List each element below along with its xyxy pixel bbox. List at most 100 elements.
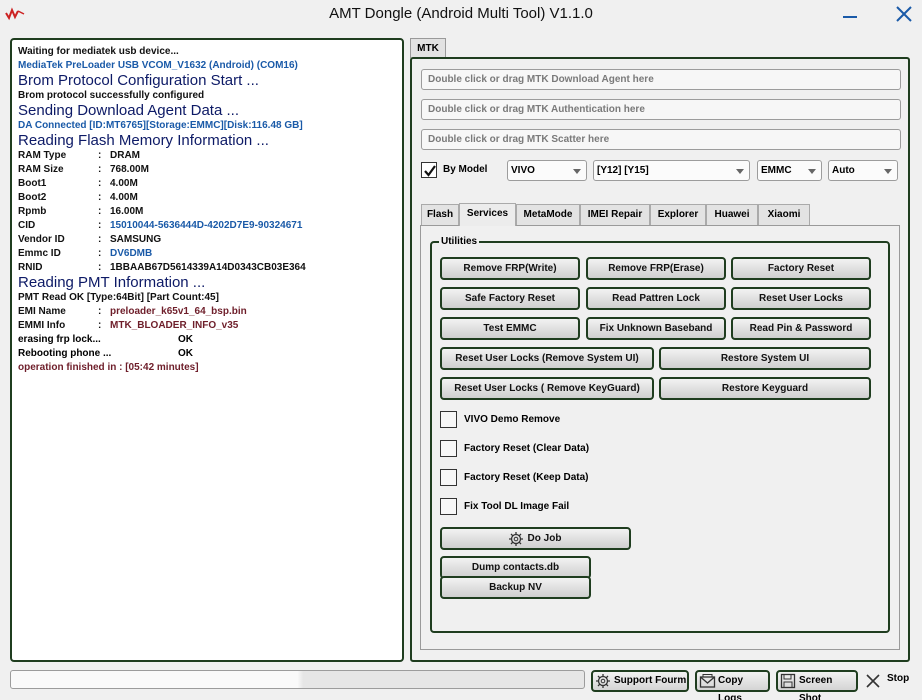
log-separator: :	[98, 262, 102, 273]
log-kv-row: Emmc ID: DV6DMB	[18, 247, 396, 261]
log-value: 16.00M	[110, 206, 144, 217]
by-model-label: By Model	[443, 164, 488, 175]
log-line: PMT Read OK [Type:64Bit] [Part Count:45]	[18, 292, 219, 303]
support-forum-label: Support Fourm	[614, 675, 687, 686]
window-title: AMT Dongle (Android Multi Tool) V1.1.0	[329, 5, 593, 22]
safe-factory-reset-button[interactable]: Safe Factory Reset	[440, 287, 580, 310]
log-line: Waiting for mediatek usb device...	[18, 46, 179, 57]
by-model-checkbox[interactable]	[421, 162, 437, 178]
copy-logs-button[interactable]: Copy Logs	[695, 670, 770, 700]
close-icon	[866, 674, 880, 688]
model-select[interactable]: [Y12] [Y15]	[593, 160, 750, 181]
log-value: DV6DMB	[110, 248, 153, 259]
restore-keyguard-button[interactable]: Restore Keyguard	[659, 377, 871, 400]
utilities-label: Utilities	[439, 236, 480, 247]
envelope-icon	[699, 674, 716, 688]
log-value: 4.00M	[110, 192, 138, 203]
support-forum-button[interactable]: Support Fourm	[591, 670, 689, 692]
tab-explorer[interactable]: Explorer	[650, 204, 706, 225]
copy-logs-label: Copy Logs	[718, 675, 743, 700]
brand-select[interactable]: VIVO	[507, 160, 587, 181]
remove-frp-write-button[interactable]: Remove FRP(Write)	[440, 257, 580, 280]
tab-mtk[interactable]: MTK	[410, 38, 446, 58]
log-separator: :	[98, 164, 102, 175]
storage-select[interactable]: EMMC	[757, 160, 822, 181]
reset-user-locks-keyguard-button[interactable]: Reset User Locks ( Remove KeyGuard)	[440, 377, 654, 400]
log-key: Boot1	[18, 178, 47, 189]
close-icon[interactable]	[891, 3, 917, 25]
title-bar: AMT Dongle (Android Multi Tool) V1.1.0	[0, 0, 922, 28]
save-icon	[780, 673, 796, 689]
log-kv-row: CID:15010044-5636444D-4202D7E9-90324671	[18, 219, 396, 233]
log-separator: :	[98, 234, 102, 245]
log-kv-row: Boot2:4.00M	[18, 191, 396, 205]
mode-select-value: Auto	[832, 165, 855, 176]
log-panel[interactable]: Waiting for mediatek usb device... Media…	[10, 38, 404, 662]
log-separator: :	[98, 150, 102, 161]
log-separator: :	[98, 220, 102, 231]
log-value: 1BBAAB67D5614339A14D0343CB03E364	[110, 262, 306, 273]
log-kv-row: EMMI Info: MTK_BLOADER_INFO_v35	[18, 319, 396, 333]
tab-imei-repair[interactable]: IMEI Repair	[580, 204, 650, 225]
restore-system-ui-button[interactable]: Restore System UI	[659, 347, 871, 370]
log-kv-row: Boot1:4.00M	[18, 177, 396, 191]
log-separator: :	[98, 306, 102, 317]
gear-icon	[509, 532, 523, 546]
factory-reset-button[interactable]: Factory Reset	[731, 257, 871, 280]
log-line: MediaTek PreLoader USB VCOM_V1632 (Andro…	[18, 60, 298, 71]
do-job-button[interactable]: Do Job	[440, 527, 631, 550]
model-select-value: [Y12] [Y15]	[597, 165, 649, 176]
log-key: Emmc ID	[18, 248, 61, 259]
chevron-down-icon	[573, 169, 581, 174]
stop-button[interactable]: Stop	[866, 673, 909, 688]
log-key: Rpmb	[18, 206, 47, 217]
log-separator: :	[98, 178, 102, 189]
log-value: 4.00M	[110, 178, 138, 189]
log-kv-row: Rpmb:16.00M	[18, 205, 396, 219]
screen-shot-button[interactable]: Screen Shot	[776, 670, 858, 700]
progress-bar	[10, 670, 585, 689]
log-value: DRAM	[110, 150, 140, 161]
backup-nv-button[interactable]: Backup NV	[440, 576, 591, 599]
scatter-field[interactable]: Double click or drag MTK Scatter here	[421, 129, 901, 150]
chevron-down-icon	[736, 169, 744, 174]
tab-xiaomi[interactable]: Xiaomi	[758, 204, 810, 225]
log-key: EMMI Info	[18, 320, 66, 331]
log-key: CID	[18, 220, 36, 231]
read-pattren-lock-button[interactable]: Read Pattren Lock	[586, 287, 726, 310]
fix-tool-dl-label: Fix Tool DL Image Fail	[464, 501, 570, 512]
fix-unknown-baseband-button[interactable]: Fix Unknown Baseband	[586, 317, 726, 340]
log-kv-row: EMI Name: preloader_k65v1_64_bsp.bin	[18, 305, 396, 319]
authentication-field[interactable]: Double click or drag MTK Authentication …	[421, 99, 901, 120]
minimize-icon[interactable]	[841, 4, 859, 24]
log-kv-row: RAM Size:768.00M	[18, 163, 396, 177]
log-heading: Reading PMT Information ...	[18, 274, 206, 291]
vivo-demo-remove-checkbox[interactable]	[440, 411, 457, 428]
log-separator: :	[98, 206, 102, 217]
tab-services[interactable]: Services	[459, 203, 516, 226]
vivo-demo-remove-label: VIVO Demo Remove	[464, 414, 561, 425]
tab-flash[interactable]: Flash	[421, 204, 459, 225]
log-key: RAM Type	[18, 150, 67, 161]
reset-user-locks-system-ui-button[interactable]: Reset User Locks (Remove System UI)	[440, 347, 654, 370]
log-status-row: erasing frp lock... OK	[18, 333, 396, 347]
read-pin-password-button[interactable]: Read Pin & Password	[731, 317, 871, 340]
download-agent-field[interactable]: Double click or drag MTK Download Agent …	[421, 69, 901, 90]
fix-tool-dl-checkbox[interactable]	[440, 498, 457, 515]
tab-metamode[interactable]: MetaMode	[516, 204, 580, 225]
log-line: Brom protocol successfully configured	[18, 90, 205, 101]
log-line: DA Connected [ID:MT6765][Storage:EMMC][D…	[18, 120, 303, 131]
mode-select[interactable]: Auto	[828, 160, 898, 181]
remove-frp-erase-button[interactable]: Remove FRP(Erase)	[586, 257, 726, 280]
log-heading: Reading Flash Memory Information ...	[18, 132, 269, 149]
log-line: operation finished in : [05:42 minutes]	[18, 362, 199, 373]
log-key: Boot2	[18, 192, 47, 203]
log-key: Vendor ID	[18, 234, 65, 245]
factory-reset-keep-checkbox[interactable]	[440, 469, 457, 486]
factory-reset-clear-checkbox[interactable]	[440, 440, 457, 457]
test-emmc-button[interactable]: Test EMMC	[440, 317, 580, 340]
log-kv-row: RAM Type: DRAM	[18, 149, 396, 163]
log-status-text: Rebooting phone ...	[18, 348, 112, 359]
tab-huawei[interactable]: Huawei	[706, 204, 758, 225]
reset-user-locks-button[interactable]: Reset User Locks	[731, 287, 871, 310]
